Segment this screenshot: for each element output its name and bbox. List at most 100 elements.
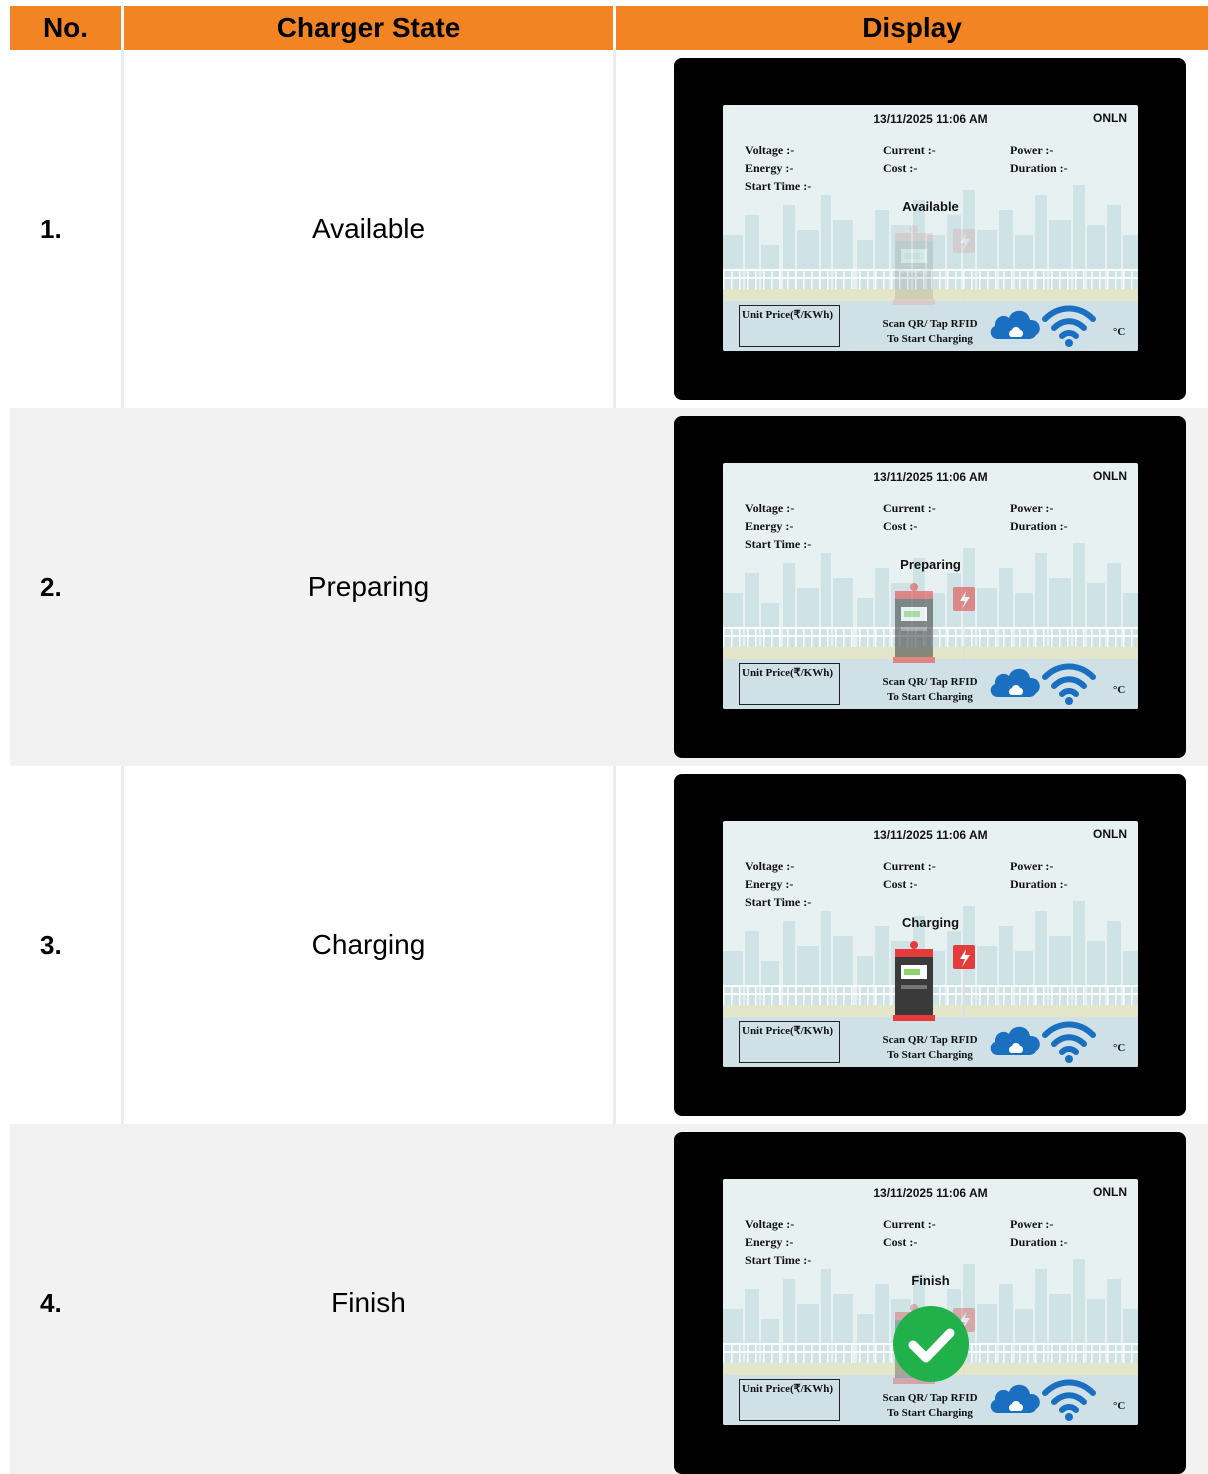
- row-charger-state: Charging: [124, 766, 616, 1124]
- row-display: 13/11/2025 11:06 AM ONLN Voltage :- Curr…: [616, 50, 1208, 408]
- start-time-label: Start Time :-: [745, 537, 812, 551]
- power-label: Power :-: [1010, 143, 1054, 157]
- row-charger-state: Finish: [124, 1124, 616, 1474]
- row-number: 4.: [10, 1124, 124, 1474]
- header-charger-state: Charger State: [124, 6, 616, 50]
- screen-datetime: 13/11/2025 11:06 AM: [873, 1186, 988, 1200]
- duration-label: Duration :-: [1010, 1235, 1068, 1249]
- display-device: 13/11/2025 11:06 AM ONLN Voltage :- Curr…: [674, 416, 1186, 758]
- current-label: Current :-: [883, 143, 936, 157]
- wifi-icon: [1042, 1379, 1096, 1421]
- temperature-unit: °C: [1113, 684, 1126, 696]
- cost-label: Cost :-: [883, 519, 918, 533]
- table-header: No. Charger State Display: [10, 6, 1208, 50]
- temperature-unit: °C: [1113, 326, 1126, 338]
- connection-status: ONLN: [1093, 469, 1127, 483]
- scan-instruction: Scan QR/ Tap RFID To Start Charging: [873, 1033, 987, 1063]
- voltage-label: Voltage :-: [745, 859, 795, 873]
- wifi-icon: [1042, 305, 1096, 347]
- table-row: 3. Charging 13/11/2025 11:06 AM ONLN Vol…: [10, 766, 1208, 1124]
- scan-line-2: To Start Charging: [887, 333, 973, 345]
- screen-status-text: Charging: [901, 915, 960, 930]
- row-display: 13/11/2025 11:06 AM ONLN Voltage :- Curr…: [616, 1124, 1208, 1474]
- energy-label: Energy :-: [745, 519, 794, 533]
- cloud-icon: [990, 1384, 1040, 1413]
- cost-label: Cost :-: [883, 877, 918, 891]
- display-screen: 13/11/2025 11:06 AM ONLN Voltage :- Curr…: [723, 105, 1138, 351]
- connection-status: ONLN: [1093, 111, 1127, 125]
- duration-label: Duration :-: [1010, 877, 1068, 891]
- duration-label: Duration :-: [1010, 519, 1068, 533]
- start-time-label: Start Time :-: [745, 1253, 812, 1267]
- current-label: Current :-: [883, 1217, 936, 1231]
- row-charger-state: Available: [124, 50, 616, 408]
- connection-status: ONLN: [1093, 1185, 1127, 1199]
- scan-instruction: Scan QR/ Tap RFID To Start Charging: [873, 675, 987, 705]
- current-label: Current :-: [883, 859, 936, 873]
- voltage-label: Voltage :-: [745, 501, 795, 515]
- header-display: Display: [616, 6, 1208, 50]
- screen-status-text: Finish: [911, 1273, 950, 1288]
- screen-status-text: Available: [902, 199, 959, 214]
- scan-instruction: Scan QR/ Tap RFID To Start Charging: [873, 317, 987, 347]
- display-device: 13/11/2025 11:06 AM ONLN Voltage :- Curr…: [674, 58, 1186, 400]
- voltage-label: Voltage :-: [745, 143, 795, 157]
- display-screen: 13/11/2025 11:06 AM ONLN Voltage :- Curr…: [723, 1179, 1138, 1425]
- wifi-icon: [1042, 1021, 1096, 1063]
- screen-datetime: 13/11/2025 11:06 AM: [873, 470, 988, 484]
- unit-price-box: Unit Price(₹/KWh): [739, 663, 840, 705]
- table-row: 4. Finish 13/11/2025 11:06 AM ONLN Volta…: [10, 1124, 1208, 1474]
- voltage-label: Voltage :-: [745, 1217, 795, 1231]
- scan-line-1: Scan QR/ Tap RFID: [882, 676, 978, 688]
- temperature-unit: °C: [1113, 1042, 1126, 1054]
- display-screen: 13/11/2025 11:06 AM ONLN Voltage :- Curr…: [723, 821, 1138, 1067]
- charger-icon: [893, 583, 975, 663]
- table-row: 1. Available 13/11/2025 11:06 AM ONLN Vo…: [10, 50, 1208, 408]
- duration-label: Duration :-: [1010, 161, 1068, 175]
- power-label: Power :-: [1010, 501, 1054, 515]
- scan-line-1: Scan QR/ Tap RFID: [882, 1392, 978, 1404]
- row-display: 13/11/2025 11:06 AM ONLN Voltage :- Curr…: [616, 408, 1208, 766]
- charger-state-table: No. Charger State Display 1. Available 1…: [10, 6, 1208, 1474]
- display-device: 13/11/2025 11:06 AM ONLN Voltage :- Curr…: [674, 1132, 1186, 1474]
- row-number: 2.: [10, 408, 124, 766]
- charger-icon: [893, 225, 975, 305]
- energy-label: Energy :-: [745, 1235, 794, 1249]
- table-row: 2. Preparing 13/11/2025 11:06 AM ONLN Vo…: [10, 408, 1208, 766]
- scan-line-2: To Start Charging: [887, 1407, 973, 1419]
- connection-status: ONLN: [1093, 827, 1127, 841]
- cloud-icon: [990, 1026, 1040, 1055]
- charger-icon: [893, 941, 975, 1021]
- unit-price-box: Unit Price(₹/KWh): [739, 1021, 840, 1063]
- cost-label: Cost :-: [883, 161, 918, 175]
- current-label: Current :-: [883, 501, 936, 515]
- scan-line-2: To Start Charging: [887, 691, 973, 703]
- screen-datetime: 13/11/2025 11:06 AM: [873, 112, 988, 126]
- start-time-label: Start Time :-: [745, 895, 812, 909]
- unit-price-box: Unit Price(₹/KWh): [739, 305, 840, 347]
- header-no: No.: [10, 6, 124, 50]
- screen-datetime: 13/11/2025 11:06 AM: [873, 828, 988, 842]
- row-number: 1.: [10, 50, 124, 408]
- cloud-icon: [990, 310, 1040, 339]
- unit-price-box: Unit Price(₹/KWh): [739, 1379, 840, 1421]
- row-display: 13/11/2025 11:06 AM ONLN Voltage :- Curr…: [616, 766, 1208, 1124]
- temperature-unit: °C: [1113, 1400, 1126, 1412]
- checkmark-circle-icon: [893, 1306, 969, 1382]
- scan-line-1: Scan QR/ Tap RFID: [882, 318, 978, 330]
- cost-label: Cost :-: [883, 1235, 918, 1249]
- scan-instruction: Scan QR/ Tap RFID To Start Charging: [873, 1391, 987, 1421]
- row-number: 3.: [10, 766, 124, 1124]
- energy-label: Energy :-: [745, 161, 794, 175]
- screen-status-text: Preparing: [900, 557, 961, 572]
- display-screen: 13/11/2025 11:06 AM ONLN Voltage :- Curr…: [723, 463, 1138, 709]
- scan-line-1: Scan QR/ Tap RFID: [882, 1034, 978, 1046]
- row-charger-state: Preparing: [124, 408, 616, 766]
- power-label: Power :-: [1010, 859, 1054, 873]
- power-label: Power :-: [1010, 1217, 1054, 1231]
- display-device: 13/11/2025 11:06 AM ONLN Voltage :- Curr…: [674, 774, 1186, 1116]
- energy-label: Energy :-: [745, 877, 794, 891]
- cloud-icon: [990, 668, 1040, 697]
- wifi-icon: [1042, 663, 1096, 705]
- scan-line-2: To Start Charging: [887, 1049, 973, 1061]
